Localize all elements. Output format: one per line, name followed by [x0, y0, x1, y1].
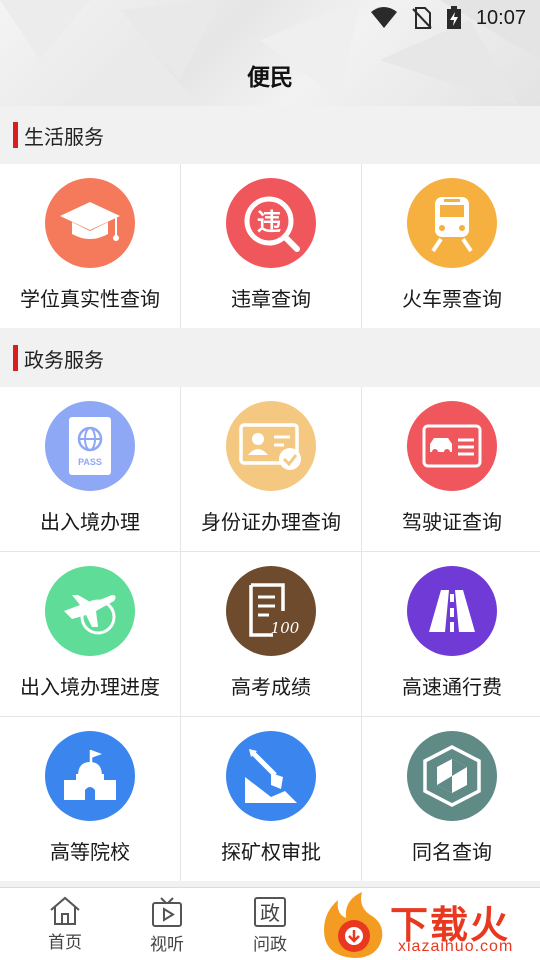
section-header-life: 生活服务	[0, 106, 540, 164]
service-label: 高考成绩	[231, 675, 311, 699]
service-label: 学位真实性查询	[20, 287, 160, 311]
violation-icon: 违	[226, 178, 316, 268]
service-label: 高速通行费	[402, 675, 502, 699]
section-header-government: 政务服务	[0, 329, 540, 387]
nav-politics[interactable]: 政 问政	[240, 896, 300, 955]
service-universities[interactable]: 高等院校	[0, 717, 180, 881]
brand-url: xiazaihuo.com	[398, 938, 514, 955]
service-label: 探矿权审批	[221, 840, 321, 864]
section-accent-bar	[13, 122, 18, 148]
zheng-icon: 政	[254, 897, 286, 927]
svg-text:100: 100	[271, 619, 299, 637]
nav-label: 首页	[48, 933, 82, 953]
home-icon	[50, 896, 80, 925]
status-bar: 10:07	[0, 0, 540, 36]
wifi-icon	[370, 7, 397, 28]
service-exit-entry[interactable]: PASS 出入境办理	[0, 387, 180, 551]
nav-media[interactable]: 视听	[137, 896, 197, 955]
no-sim-icon	[412, 7, 432, 29]
zheng-glyph: 政	[260, 901, 280, 925]
nav-label: 视听	[150, 935, 184, 955]
service-label: 高等院校	[50, 840, 130, 864]
tv-play-icon	[152, 897, 182, 927]
service-name-query[interactable]: 同名查询	[362, 717, 540, 881]
status-time: 10:07	[475, 6, 526, 29]
service-label: 出入境办理	[40, 510, 140, 534]
service-label: 违章查询	[231, 287, 311, 311]
service-gaokao-score[interactable]: 100 高考成绩	[181, 552, 361, 716]
section-accent-bar	[13, 345, 18, 371]
airplane-icon	[45, 566, 135, 656]
header: 10:07 便民	[0, 0, 540, 106]
section-title: 生活服务	[24, 124, 104, 149]
service-id-card[interactable]: 身份证办理查询	[181, 387, 361, 551]
government-services-grid: PASS 出入境办理 身份证办理查询 驾驶证查询 出入境办理进度 100 高考成…	[0, 387, 540, 881]
name-shield-icon	[407, 731, 497, 821]
graduation-cap-icon	[45, 178, 135, 268]
service-driver-license[interactable]: 驾驶证查询	[362, 387, 540, 551]
section-title: 政务服务	[24, 347, 104, 372]
nav-home[interactable]: 首页	[35, 896, 95, 953]
id-card-icon	[226, 401, 316, 491]
brand-watermark: 下载火 xiazaihuo.com	[318, 890, 540, 960]
school-icon	[45, 731, 135, 821]
service-label: 身份证办理查询	[201, 510, 341, 534]
service-exit-entry-progress[interactable]: 出入境办理进度	[0, 552, 180, 716]
highway-icon	[407, 566, 497, 656]
battery-charging-icon	[446, 6, 461, 29]
service-label: 同名查询	[412, 840, 492, 864]
page-title: 便民	[247, 65, 293, 91]
service-degree-verification[interactable]: 学位真实性查询	[0, 164, 180, 328]
service-highway-toll[interactable]: 高速通行费	[362, 552, 540, 716]
svg-text:PASS: PASS	[78, 457, 102, 467]
service-violation-query[interactable]: 违 违章查询	[181, 164, 361, 328]
service-mining-approval[interactable]: 探矿权审批	[181, 717, 361, 881]
service-train-ticket[interactable]: 火车票查询	[362, 164, 540, 328]
service-label: 火车票查询	[402, 287, 502, 311]
exam-score-icon: 100	[226, 566, 316, 656]
life-services-grid: 学位真实性查询 违 违章查询 火车票查询	[0, 164, 540, 328]
passport-icon: PASS	[45, 401, 135, 491]
service-label: 驾驶证查询	[402, 510, 502, 534]
flame-logo-icon	[324, 892, 383, 958]
train-icon	[407, 178, 497, 268]
svg-text:违: 违	[257, 208, 281, 236]
service-label: 出入境办理进度	[20, 675, 160, 699]
driver-license-icon	[407, 401, 497, 491]
nav-label: 问政	[253, 935, 287, 955]
mining-shovel-icon	[226, 731, 316, 821]
